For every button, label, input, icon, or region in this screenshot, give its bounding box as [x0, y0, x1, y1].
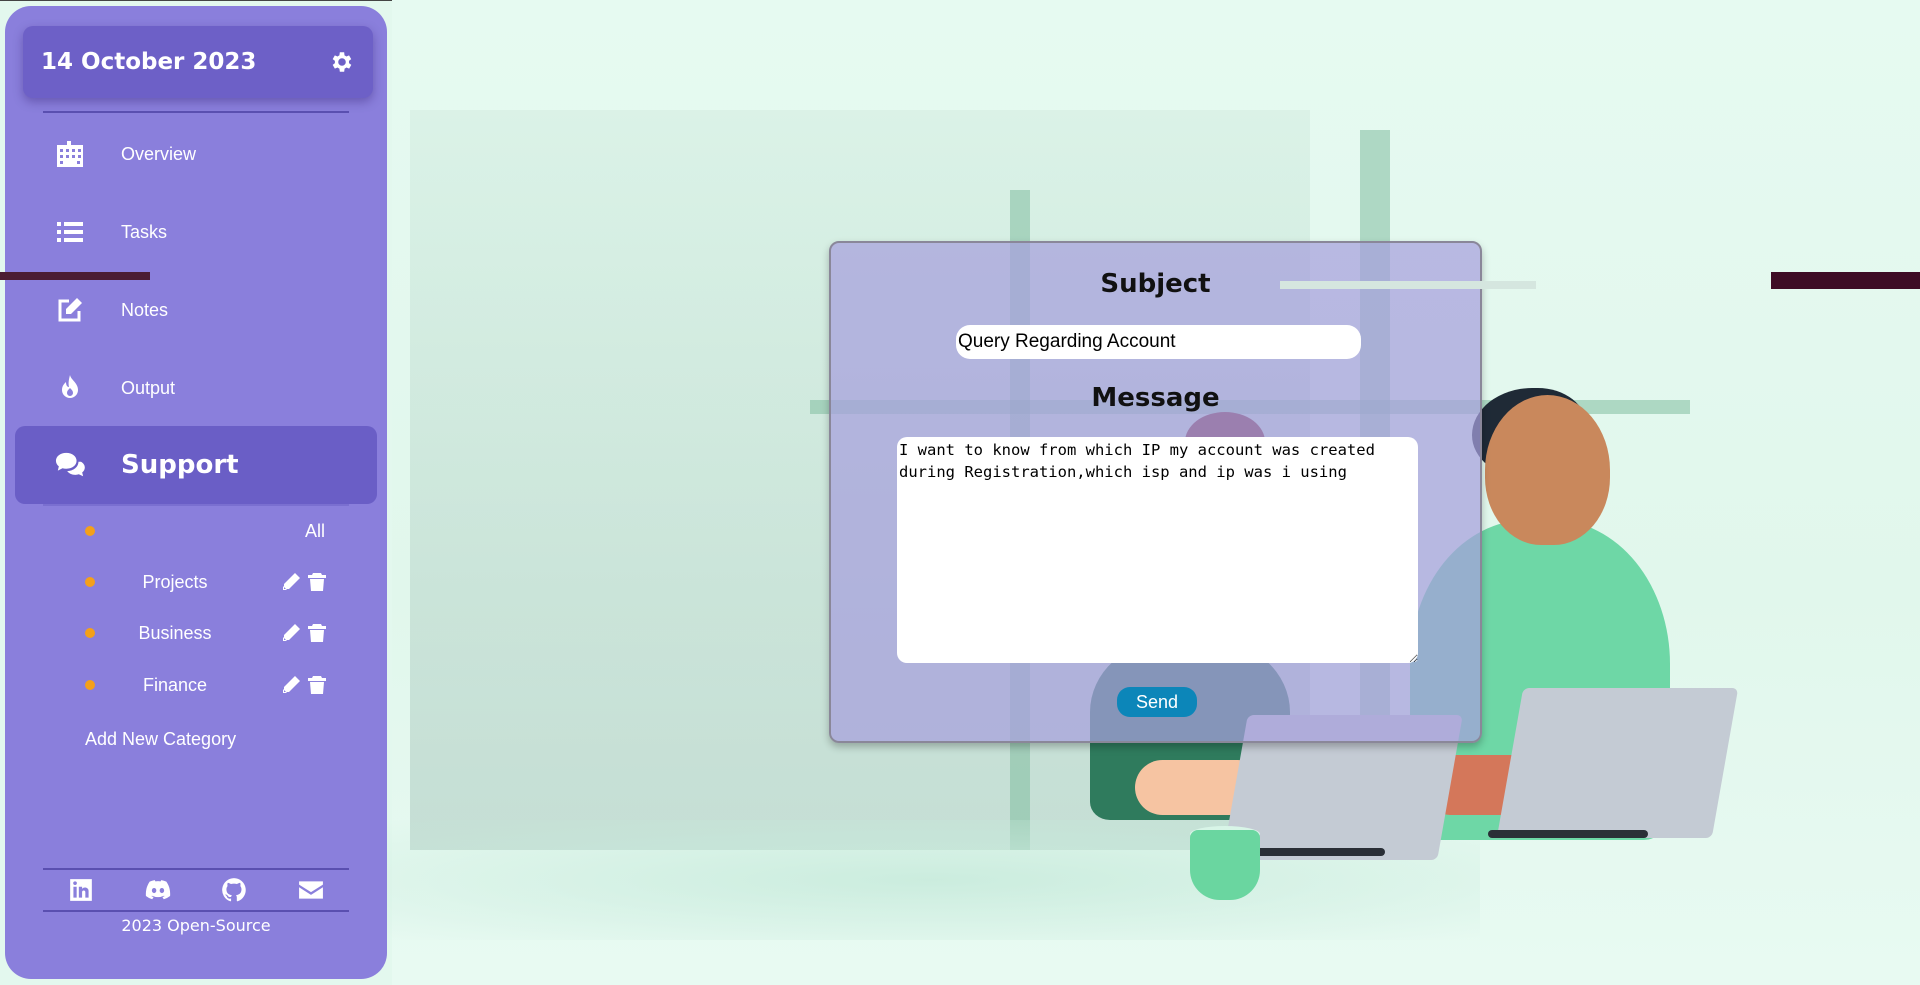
- category-bullet: [85, 526, 95, 536]
- list-icon: [55, 217, 85, 247]
- message-heading: Message: [1091, 383, 1220, 413]
- decorative-bar: [1771, 272, 1920, 289]
- send-button[interactable]: Send: [1117, 687, 1197, 717]
- subject-input[interactable]: [956, 325, 1361, 359]
- discord-icon[interactable]: [145, 877, 171, 903]
- github-icon[interactable]: [221, 877, 247, 903]
- building-icon: [55, 139, 85, 169]
- trash-icon[interactable]: [307, 572, 327, 592]
- message-textarea[interactable]: I want to know from which IP my account …: [897, 437, 1418, 663]
- sidebar: 14 October 2023 Overview Tasks Notes Out…: [5, 6, 387, 979]
- linkedin-icon[interactable]: [68, 877, 94, 903]
- nav-label: Tasks: [121, 221, 168, 242]
- category-projects[interactable]: Projects: [75, 564, 335, 600]
- nav-label: Overview: [121, 143, 197, 164]
- pencil-icon[interactable]: [281, 675, 301, 695]
- nav-support[interactable]: Support: [15, 426, 377, 504]
- current-date: 14 October 2023: [41, 49, 257, 75]
- footer-text: 2023 Open-Source: [121, 916, 271, 935]
- laptop-illustration: [1496, 688, 1739, 838]
- nav-notes[interactable]: Notes: [15, 274, 377, 346]
- fire-icon: [55, 373, 85, 403]
- category-label: Projects: [142, 571, 208, 592]
- decorative-bar: [0, 272, 150, 280]
- support-form: Subject Message I want to know from whic…: [829, 241, 1482, 743]
- category-business[interactable]: Business: [75, 615, 335, 651]
- category-label: Finance: [142, 674, 208, 695]
- mail-icon[interactable]: [298, 877, 324, 903]
- category-bullet: [85, 628, 95, 638]
- category-finance[interactable]: Finance: [75, 667, 335, 703]
- pencil-icon[interactable]: [281, 572, 301, 592]
- divider: [43, 504, 349, 506]
- trash-icon[interactable]: [307, 623, 327, 643]
- nav-tasks[interactable]: Tasks: [15, 196, 377, 268]
- chat-icon: [55, 450, 85, 480]
- mug-illustration: [1190, 830, 1260, 900]
- category-label: All: [305, 520, 326, 541]
- trash-icon[interactable]: [307, 675, 327, 695]
- nav-label: Notes: [121, 299, 169, 320]
- nav-overview[interactable]: Overview: [15, 118, 377, 190]
- category-bullet: [85, 680, 95, 690]
- add-category-link[interactable]: Add New Category: [85, 729, 236, 750]
- gear-icon[interactable]: [329, 49, 355, 75]
- category-bullet: [85, 577, 95, 587]
- category-label: Business: [138, 622, 212, 643]
- nav-label: Output: [121, 377, 176, 398]
- edit-icon: [55, 295, 85, 325]
- decorative-bar: [1280, 281, 1536, 289]
- divider: [43, 111, 349, 113]
- nav-label: Support: [121, 450, 239, 480]
- social-links: [43, 868, 349, 912]
- category-all[interactable]: All: [75, 513, 335, 549]
- date-card: 14 October 2023: [23, 26, 373, 98]
- nav-output[interactable]: Output: [15, 352, 377, 424]
- pencil-icon[interactable]: [281, 623, 301, 643]
